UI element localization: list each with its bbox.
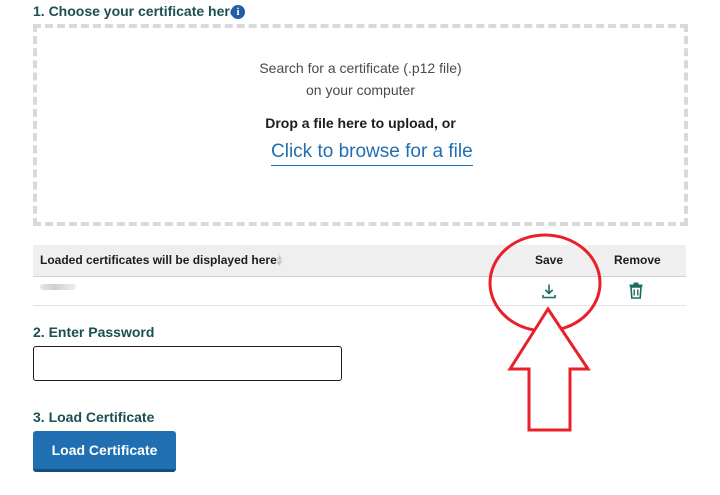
dropzone-drop-text: Drop a file here to upload, or <box>265 115 456 131</box>
password-input[interactable] <box>33 346 342 381</box>
certificate-name-blurred <box>40 284 76 290</box>
trash-icon[interactable] <box>628 282 644 299</box>
certificates-table: Loaded certificates will be displayed he… <box>33 245 686 306</box>
download-icon[interactable] <box>541 283 557 299</box>
column-header-save: Save <box>535 253 564 267</box>
step1-heading: 1. Choose your certificate here: <box>33 3 243 19</box>
column-header-remove: Remove <box>614 253 661 267</box>
step3-heading: 3. Load Certificate <box>33 409 155 425</box>
certificate-dropzone[interactable]: Search for a certificate (.p12 file) on … <box>33 24 688 226</box>
info-icon[interactable]: i <box>231 5 245 19</box>
table-header: Loaded certificates will be displayed he… <box>33 245 686 277</box>
dropzone-search-text-line2: on your computer <box>306 82 415 98</box>
sort-icon[interactable]: ▲ ▼ <box>275 253 284 268</box>
step2-heading: 2. Enter Password <box>33 324 155 340</box>
browse-file-link[interactable]: Click to browse for a file <box>271 141 473 166</box>
table-row <box>33 277 686 306</box>
annotation-arrow <box>507 306 591 432</box>
dropzone-search-text: Search for a certificate (.p12 file) <box>259 60 462 76</box>
column-header-certificates: Loaded certificates will be displayed he… <box>40 253 281 267</box>
load-certificate-button[interactable]: Load Certificate <box>33 431 176 472</box>
